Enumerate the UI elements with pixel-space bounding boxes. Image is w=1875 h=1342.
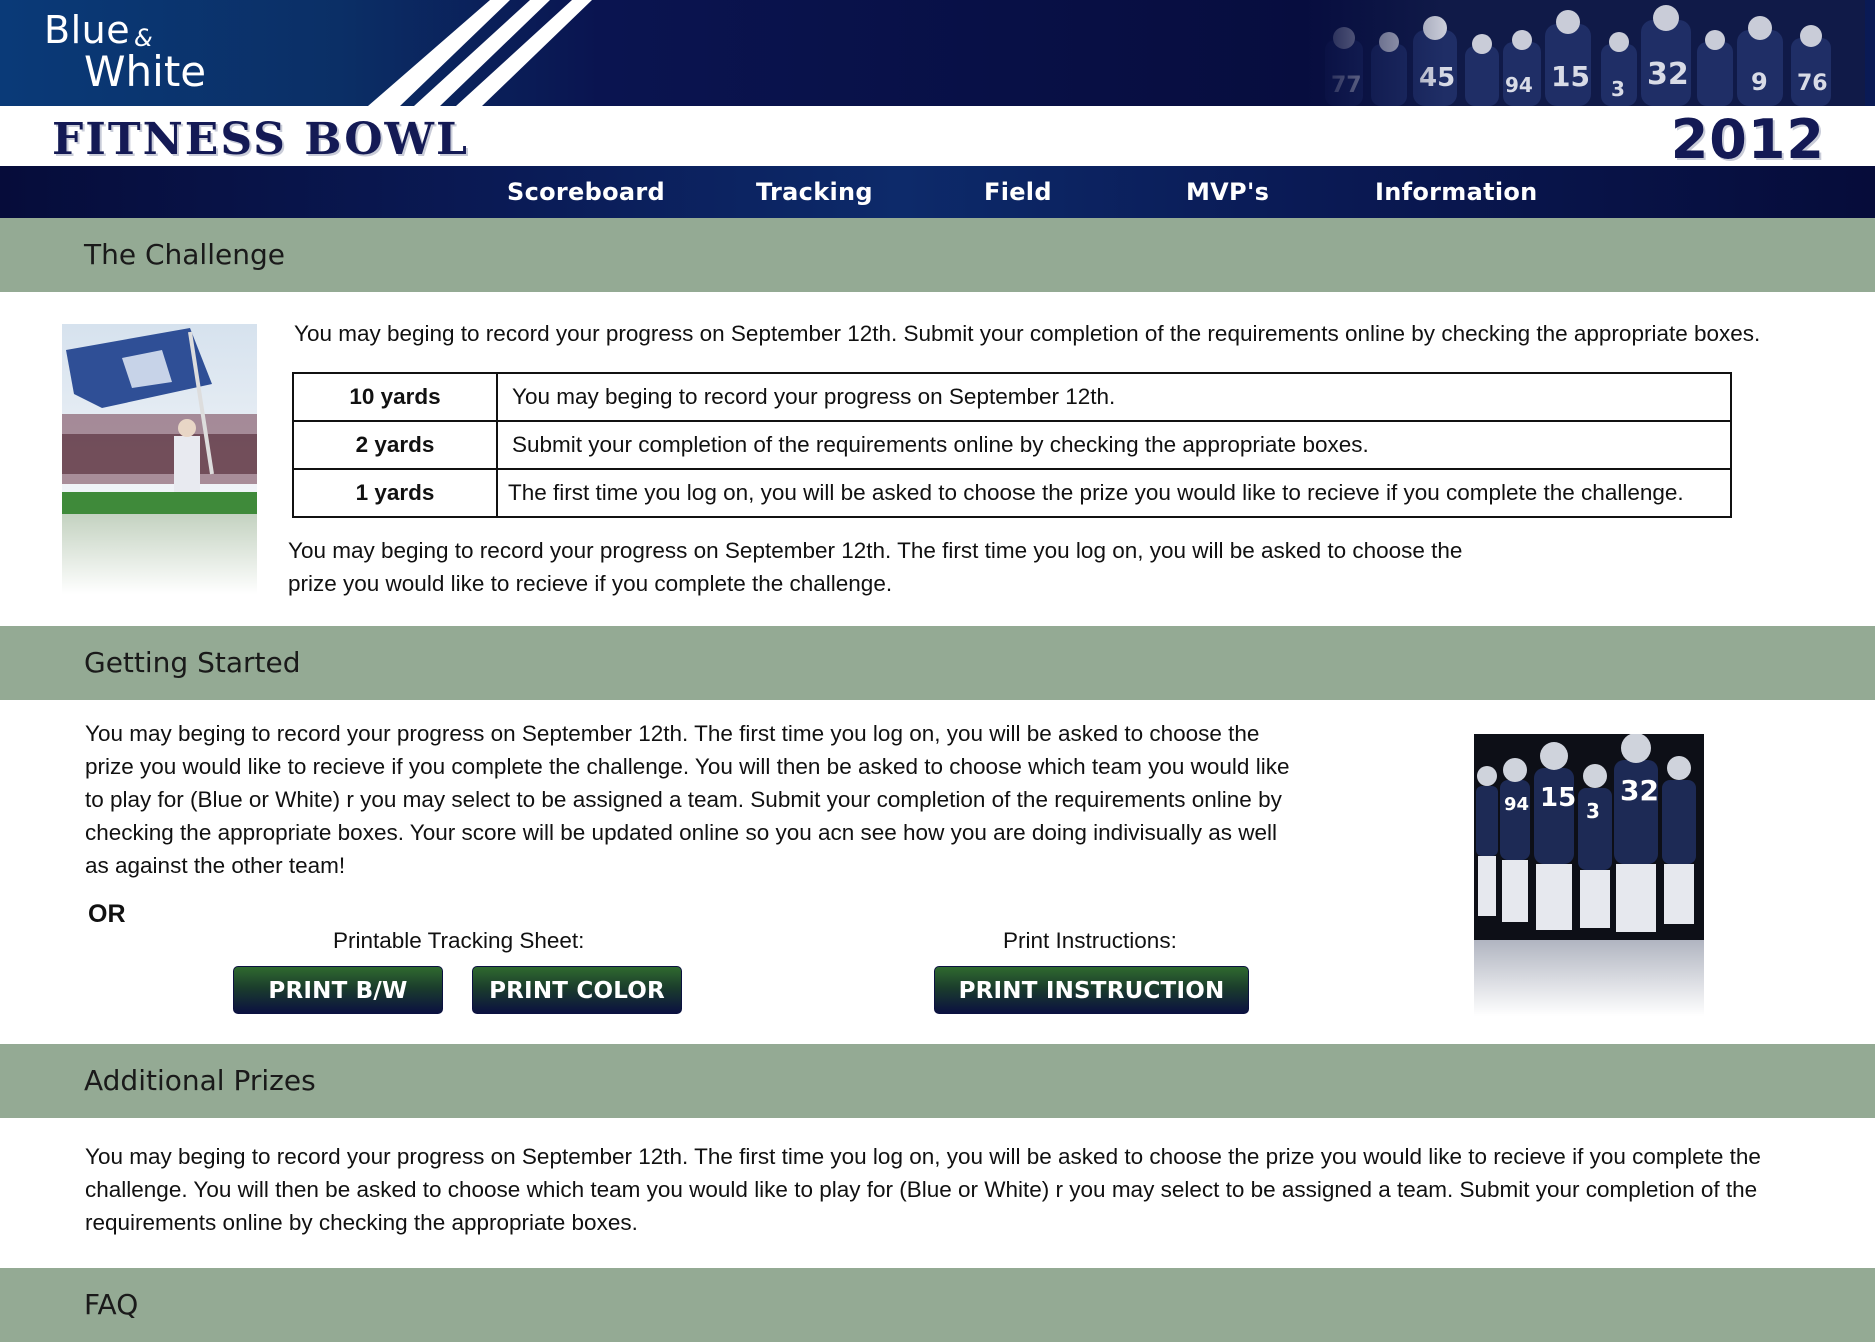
description-cell: Submit your completion of the requiremen… bbox=[496, 420, 1732, 470]
yards-table: 10 yards You may beging to record your p… bbox=[292, 372, 1732, 518]
section-title: The Challenge bbox=[84, 238, 285, 271]
section-title: Additional Prizes bbox=[84, 1064, 316, 1097]
logo-blue-text: Blue bbox=[44, 8, 131, 52]
additional-prizes-line-3: requirements online by checking the appr… bbox=[85, 1210, 638, 1235]
section-title: FAQ bbox=[84, 1288, 139, 1321]
print-bw-button[interactable]: PRINT B/W bbox=[233, 966, 443, 1014]
year-label: 2012 bbox=[1670, 108, 1825, 171]
challenge-outro-line-1: You may beging to record your progress o… bbox=[288, 538, 1463, 563]
svg-text:94: 94 bbox=[1504, 794, 1529, 815]
or-label: OR bbox=[88, 900, 126, 928]
print-instructions-label: Print Instructions: bbox=[1003, 928, 1177, 953]
top-banner: Blue & White bbox=[0, 0, 1875, 106]
page-title: FITNESS BOWL bbox=[52, 114, 469, 165]
table-row: 10 yards You may beging to record your p… bbox=[292, 372, 1732, 422]
main-navigation: Scoreboard Tracking Field MVP's Informat… bbox=[0, 166, 1875, 218]
section-header-faq[interactable]: FAQ bbox=[0, 1268, 1875, 1342]
section-header-challenge: The Challenge bbox=[0, 218, 1875, 292]
getting-started-line-2: prize you would like to recieve if you c… bbox=[85, 754, 1290, 779]
description-cell: You may beging to record your progress o… bbox=[496, 372, 1732, 422]
table-row: 2 yards Submit your completion of the re… bbox=[292, 420, 1732, 470]
print-color-button[interactable]: PRINT COLOR bbox=[472, 966, 682, 1014]
section-header-additional-prizes: Additional Prizes bbox=[0, 1044, 1875, 1118]
nav-information[interactable]: Information bbox=[1375, 178, 1538, 206]
yards-cell: 1 yards bbox=[292, 468, 498, 518]
nav-tracking[interactable]: Tracking bbox=[756, 178, 873, 206]
getting-started-line-3: to play for (Blue or White) r you may se… bbox=[85, 787, 1282, 812]
blue-and-white-logo[interactable]: Blue & White bbox=[44, 10, 206, 94]
logo-white-text: White bbox=[84, 47, 207, 96]
challenge-intro-text: You may beging to record your progress o… bbox=[294, 321, 1761, 346]
nav-scoreboard[interactable]: Scoreboard bbox=[507, 178, 665, 206]
players-banner-image: 77 45 94 15 3 32 9 76 bbox=[1305, 0, 1865, 106]
tracking-sheet-label: Printable Tracking Sheet: bbox=[333, 928, 585, 953]
table-row: 1 yards The first time you log on, you w… bbox=[292, 468, 1732, 518]
diagonal-stripes-decoration bbox=[368, 0, 592, 106]
svg-text:3: 3 bbox=[1586, 799, 1600, 823]
getting-started-line-1: You may beging to record your progress o… bbox=[85, 721, 1260, 746]
description-cell: The first time you log on, you will be a… bbox=[496, 468, 1732, 518]
logo-ampersand: & bbox=[134, 24, 153, 52]
title-band: FITNESS BOWL 2012 bbox=[0, 106, 1875, 171]
team-walkout-photo: 94 15 3 32 bbox=[1474, 734, 1704, 1016]
svg-text:32: 32 bbox=[1620, 774, 1659, 807]
svg-text:15: 15 bbox=[1540, 783, 1576, 813]
getting-started-line-5: as against the other team! bbox=[85, 853, 346, 878]
nav-field[interactable]: Field bbox=[984, 178, 1052, 206]
flag-bearer-photo bbox=[62, 324, 257, 594]
yards-cell: 2 yards bbox=[292, 420, 498, 470]
section-header-getting-started: Getting Started bbox=[0, 626, 1875, 700]
print-instruction-button[interactable]: PRINT INSTRUCTION bbox=[934, 966, 1249, 1014]
getting-started-line-4: checking the appropriate boxes. Your sco… bbox=[85, 820, 1277, 845]
challenge-outro-line-2: prize you would like to recieve if you c… bbox=[288, 571, 893, 596]
nav-mvps[interactable]: MVP's bbox=[1186, 178, 1269, 206]
yards-cell: 10 yards bbox=[292, 372, 498, 422]
additional-prizes-line-2: challenge. You will then be asked to cho… bbox=[85, 1177, 1758, 1202]
section-title: Getting Started bbox=[84, 646, 301, 679]
additional-prizes-line-1: You may beging to record your progress o… bbox=[85, 1144, 1761, 1169]
